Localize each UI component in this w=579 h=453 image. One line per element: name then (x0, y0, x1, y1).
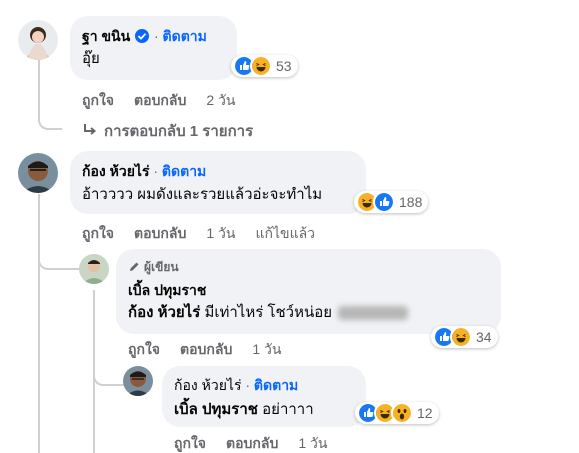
reaction-count: 34 (476, 329, 492, 345)
avatar[interactable] (123, 366, 153, 396)
comment-author[interactable]: ก้อง ห้วยไร่ · ติดตาม (82, 162, 206, 180)
author-name[interactable]: ก้อง ห้วยไร่ (82, 163, 149, 179)
wow-reaction-icon (391, 402, 413, 424)
author-badge-label: ผู้เขียน (144, 260, 179, 274)
avatar-image (18, 20, 58, 60)
comment-actions: ถูกใจ ตอบกลับ 2 วัน (82, 91, 255, 109)
avatar[interactable] (18, 153, 58, 193)
avatar-image (123, 366, 153, 396)
comment-text: เบิ้ล ปทุมราช อย่าาาา (174, 400, 314, 420)
reply-button[interactable]: ตอบกลับ (134, 225, 186, 241)
comment-text: ก้อง ห้วยไร่ มีเท่าไหร่ โชว์หน่อย (128, 303, 409, 323)
avatar[interactable] (79, 254, 109, 284)
reply-arrow-icon (82, 122, 98, 142)
comment-text: อุ๊ย (82, 50, 100, 67)
reaction-count: 188 (399, 194, 423, 210)
like-button[interactable]: ถูกใจ (82, 225, 114, 241)
reaction-summary[interactable]: 53 (231, 55, 298, 77)
mention-link[interactable]: ก้อง ห้วยไร่ (128, 304, 200, 321)
author-name[interactable]: ก้อง ห้วยไร่ (174, 377, 241, 393)
comment-body: มีเท่าไหร่ โชว์หน่อย (204, 304, 333, 321)
haha-reaction-icon (450, 326, 472, 348)
thread-line-1-curve (38, 114, 62, 130)
comment-actions: ถูกใจ ตอบกลับ 1 วัน (128, 340, 301, 358)
comment-bubble (70, 16, 237, 80)
separator-dot: · (153, 163, 159, 179)
reaction-summary[interactable]: 12 (355, 402, 439, 424)
blurred-text (338, 306, 409, 321)
like-button[interactable]: ถูกใจ (82, 92, 114, 108)
pencil-icon (128, 261, 140, 276)
follow-link[interactable]: ติดตาม (162, 163, 206, 179)
timestamp[interactable]: 1 วัน (252, 341, 281, 357)
comment-author[interactable]: ก้อง ห้วยไร่ · ติดตาม (174, 376, 298, 394)
like-reaction-icon (373, 191, 395, 213)
comment-author[interactable]: ฐา ขนิน · ติดตาม (82, 27, 207, 48)
like-button[interactable]: ถูกใจ (174, 435, 206, 451)
reaction-summary[interactable]: 188 (354, 191, 429, 213)
separator-dot: · (153, 28, 159, 44)
like-button[interactable]: ถูกใจ (128, 341, 160, 357)
verified-badge-icon (134, 28, 150, 48)
separator-dot: · (245, 377, 251, 393)
timestamp[interactable]: 1 วัน (298, 435, 327, 451)
view-replies-label[interactable]: การตอบกลับ 1 รายการ (104, 123, 253, 140)
follow-link[interactable]: ติดตาม (254, 377, 298, 393)
comment-author[interactable]: เบิ้ล ปทุมราช (128, 281, 206, 299)
timestamp[interactable]: 1 วัน (206, 225, 235, 241)
avatar[interactable] (18, 20, 58, 60)
edited-label: แก้ไขแล้ว (255, 225, 316, 241)
reply-button[interactable]: ตอบกลับ (226, 435, 278, 451)
thread-line-1 (38, 60, 40, 116)
haha-reaction-icon (250, 55, 272, 77)
reply-button[interactable]: ตอบกลับ (134, 92, 186, 108)
reaction-summary[interactable]: 34 (431, 326, 498, 348)
thread-line-2 (38, 194, 40, 453)
thread-line-3-curve (93, 370, 125, 386)
avatar-image (79, 254, 109, 284)
avatar-image (18, 153, 58, 193)
author-badge: ผู้เขียน (128, 258, 179, 277)
reply-button[interactable]: ตอบกลับ (180, 341, 232, 357)
view-replies-link[interactable]: การตอบกลับ 1 รายการ (82, 119, 253, 143)
thread-line-2-curve (38, 254, 82, 270)
comment-actions: ถูกใจ ตอบกลับ 1 วัน แก้ไขแล้ว (82, 224, 335, 242)
follow-link[interactable]: ติดตาม (163, 28, 207, 44)
reaction-count: 53 (276, 58, 292, 74)
timestamp[interactable]: 2 วัน (206, 92, 235, 108)
comment-body: อย่าาาา (262, 401, 314, 418)
mention-link[interactable]: เบิ้ล ปทุมราช (174, 401, 258, 418)
author-name[interactable]: ฐา ขนิน (82, 28, 130, 44)
comment-text: อ้าวววว ผมดังและรวยแล้วอ่ะจะทำไม (82, 186, 323, 203)
comment-actions: ถูกใจ ตอบกลับ 1 วัน (174, 434, 347, 452)
reaction-count: 12 (417, 405, 433, 421)
